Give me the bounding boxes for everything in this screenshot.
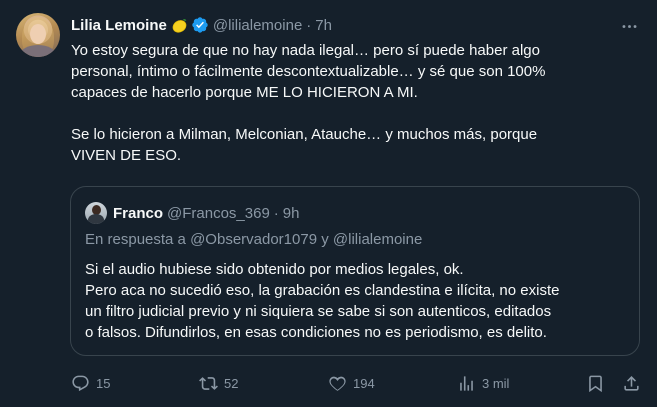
tweet-header: Lilia Lemoine @lilialemoine · 7h [71,14,332,36]
header-separator: · [306,16,312,34]
reply-conjunction: y [317,231,333,248]
lemon-emoji-icon [171,17,188,34]
quoted-tweet-timestamp: 9h [282,204,300,222]
reply-mention-lilialemoine[interactable]: @lilialemoine [333,231,422,248]
quoted-author-handle: @Francos_369 [167,204,270,222]
reply-prefix: En respuesta a [85,231,191,248]
heart-icon [329,376,346,391]
quoted-avatar-body [88,214,104,224]
views-icon [460,375,473,391]
tweet-paragraph: Yo estoy segura de que no hay nada ilega… [71,42,546,101]
author-handle[interactable]: @lilialemoine [213,17,302,34]
quoted-author-name: Franco [113,204,164,222]
reply-mention-observador[interactable]: @Observador1079 [190,231,317,248]
avatar-face [30,24,46,44]
reply-button[interactable]: 15 [71,372,110,394]
verified-badge-icon[interactable] [191,16,209,34]
like-button[interactable]: 194 [328,372,375,394]
tweet[interactable]: Lilia Lemoine @lilialemoine · 7h Yo esto… [0,0,657,407]
quoted-tweet-header: Franco @Francos_369 · 9h [85,202,299,224]
quoted-header-separator: · [273,204,279,222]
like-count: 194 [353,375,375,391]
tweet-paragraph: Se lo hicieron a Milman, Melconian, Atau… [71,126,538,164]
tweet-text: Yo estoy segura de que no hay nada ilega… [71,40,641,166]
quoted-reply-context: En respuesta a @Observador1079 y @lilial… [85,231,422,248]
reply-icon [72,375,89,391]
retweet-icon [199,376,218,390]
retweet-button[interactable]: 52 [199,372,238,394]
bookmark-button[interactable] [586,372,605,394]
share-icon [624,375,639,391]
author-name[interactable]: Lilia Lemoine [71,17,167,34]
views-button[interactable]: 3 mil [457,372,509,394]
more-icon[interactable] [619,16,639,36]
tweet-actions: 15 52 194 3 mil [71,372,641,394]
share-button[interactable] [622,372,641,394]
bookmark-icon [589,375,602,392]
reply-count: 15 [96,375,111,391]
quoted-author-avatar [85,202,107,224]
quoted-tweet-text: Si el audio hubiese sido obtenido por me… [85,261,560,341]
views-count: 3 mil [482,375,510,391]
retweet-count: 52 [224,375,239,391]
quoted-tweet[interactable]: Franco @Francos_369 · 9h En respuesta a … [70,186,640,356]
tweet-timestamp[interactable]: 7h [315,17,332,34]
author-avatar[interactable] [16,13,60,57]
